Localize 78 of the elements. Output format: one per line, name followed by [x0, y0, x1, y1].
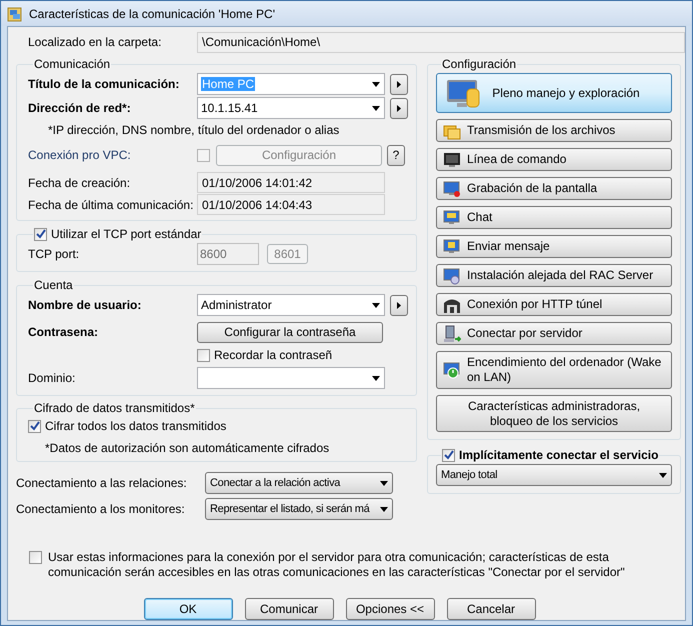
readonly-field: 01/10/2006 14:04:43 [197, 194, 385, 215]
dropdown-caret-icon [372, 376, 380, 380]
checkbox[interactable] [34, 228, 47, 240]
dialog-button[interactable]: OK [144, 598, 232, 620]
checkbox-label: Implícitamente conectar el servicio [459, 447, 658, 464]
dropdown-caret-icon [372, 82, 380, 86]
checkbox-label: Utilizar el TCP port estándar [51, 226, 202, 243]
set-password-button[interactable]: Configurar la contraseña [197, 322, 383, 342]
dropdown-caret-icon [380, 480, 388, 486]
checkbox[interactable] [29, 551, 42, 564]
service-button[interactable]: Pleno manejo y exploración [436, 73, 672, 113]
dialog-button[interactable]: Opciones << [346, 598, 434, 620]
field-label: Contrasena: [28, 324, 100, 341]
service-button[interactable]: Enviar mensaje [436, 235, 672, 258]
dropdown-caret-icon [380, 506, 388, 512]
checkbox[interactable] [442, 448, 455, 462]
dropdown-field[interactable]: Conectar a la relación activa [205, 472, 393, 494]
field-label: Fecha de creación: [28, 174, 132, 192]
field-label: Conectamiento a los monitores: [16, 501, 186, 518]
service-button[interactable]: Línea de comando [436, 148, 672, 171]
service-button[interactable]: Conexión por HTTP túnel [436, 293, 672, 316]
checkbox-label: Recordar la contraseñ [214, 347, 332, 364]
arrow-button[interactable] [390, 98, 408, 118]
note-text: *Datos de autorización son automáticamente cifrados [45, 440, 330, 457]
service-button[interactable]: Encendimiento del ordenador (Wake on LAN) [436, 351, 672, 389]
port-field: 8600 [197, 243, 259, 265]
field-label: Fecha de última comunicación: [28, 196, 194, 214]
dropdown-field[interactable] [197, 367, 385, 389]
field-label: Conectamiento a las relaciones: [16, 475, 188, 492]
dropdown-field[interactable]: 10.1.15.41 [197, 97, 385, 119]
readonly-field: 01/10/2006 14:01:42 [197, 172, 385, 193]
service-button[interactable]: Chat [436, 206, 672, 229]
monitor-record-icon [443, 180, 461, 198]
dialog-button[interactable]: Cancelar [446, 598, 536, 620]
field-label: Nombre de usuario: [28, 297, 142, 314]
dropdown-field[interactable]: Administrator [197, 294, 385, 316]
service-button[interactable]: Instalación alejada del RAC Server [436, 264, 672, 287]
service-button[interactable]: Grabación de la pantalla [436, 177, 672, 200]
group-label: Cifrado de datos transmitidos* [34, 401, 195, 415]
group-label: Configuración [442, 57, 516, 71]
arrow-button[interactable] [390, 74, 408, 94]
arrow-icon [397, 104, 401, 112]
dropdown-caret-icon [659, 472, 667, 478]
arrow-button[interactable] [390, 294, 408, 316]
message-icon [443, 238, 461, 256]
dialog-button[interactable]: Comunicar [244, 598, 334, 620]
field-label: Dirección de red*: [28, 100, 132, 117]
dropdown-field[interactable]: Manejo total [436, 464, 672, 486]
service-button[interactable]: Características administradoras, bloqueo de los servicios [436, 395, 672, 432]
app-icon [7, 6, 23, 22]
service-button[interactable]: Conectar por servidor [436, 322, 672, 345]
server-icon [443, 324, 461, 342]
checkbox[interactable] [197, 348, 210, 362]
chat-icon [443, 208, 461, 226]
checkbox-label: Usar estas informaciones para la conexión por el servidor para otra comunicación; características de esta comunicación serán accesibles en las otras comunicaciones en las características "Conectar por el servidor" [48, 550, 626, 580]
monitor-hand-icon [445, 77, 481, 109]
hint-text: *IP dirección, DNS nombre, título del ordenador o alias [48, 122, 340, 139]
monitor-disc-icon [443, 266, 461, 284]
dropdown-caret-icon [372, 106, 380, 110]
service-button[interactable]: Transmisión de los archivos [436, 119, 672, 142]
readonly-field: \Comunicación\Home\ [197, 32, 685, 52]
terminal-icon [443, 150, 461, 168]
help-button[interactable]: ? [387, 144, 405, 166]
monitor-power-icon [443, 361, 461, 379]
field-label: Conexión pro VPC: [28, 147, 132, 164]
dropdown-caret-icon [372, 302, 380, 308]
arrow-icon [397, 80, 401, 88]
dropdown-field[interactable]: Representar el listado, si serán má [205, 498, 393, 520]
checkbox-label: Cifrar todos los datos transmitidos [45, 418, 226, 435]
field-label: Dominio: [28, 370, 76, 387]
field-label: Título de la comunicación: [28, 76, 180, 93]
field-label: TCP port: [28, 246, 80, 263]
group-label: Comunicación [34, 57, 110, 71]
group-label: Cuenta [34, 278, 73, 292]
checkbox[interactable] [28, 420, 41, 432]
arrow-icon [397, 302, 401, 308]
field-label: Localizado en la carpeta: [28, 34, 162, 51]
window-title: Características de la comunicación 'Home PC' [29, 6, 276, 22]
